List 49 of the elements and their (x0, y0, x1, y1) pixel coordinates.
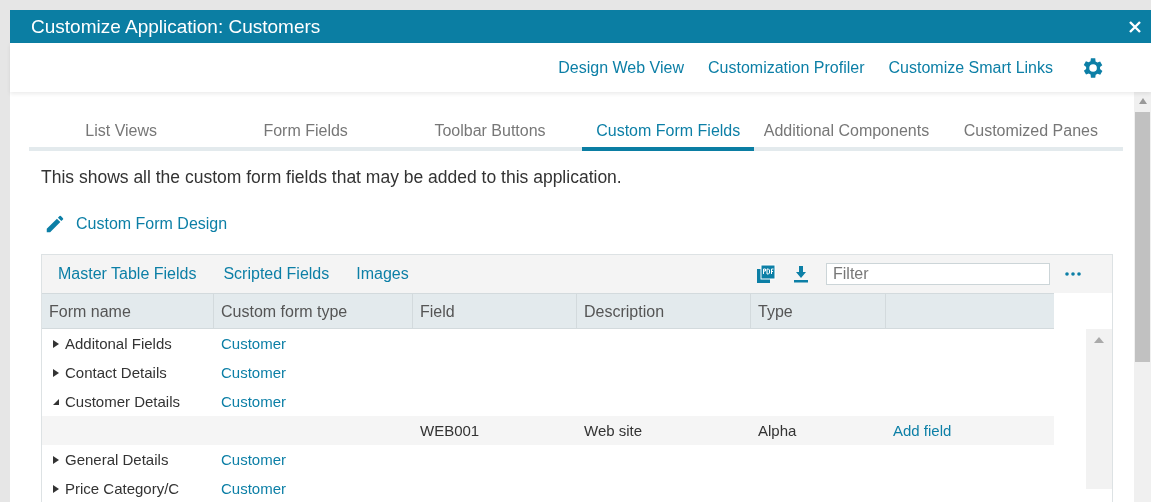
table-cell-link[interactable]: Customer (221, 451, 287, 468)
table-cell-text: WEB001 (419, 422, 481, 439)
subtab-link[interactable]: Scripted Fields (223, 265, 330, 283)
column-header[interactable]: Description (577, 294, 751, 328)
table-cell-link[interactable]: Customer (221, 393, 287, 410)
column-header[interactable]: Type (751, 294, 886, 328)
table-cell: General Details (65, 451, 169, 468)
table-cell: Customer Details (65, 393, 181, 410)
expand-icon[interactable] (52, 339, 60, 348)
pencil-icon (44, 213, 66, 235)
table-cell: Additonal Fields (65, 335, 172, 352)
expand-icon[interactable] (52, 368, 60, 377)
scrollbar-thumb[interactable] (1135, 112, 1150, 362)
table-cell-link[interactable]: Customer (221, 480, 287, 497)
tab[interactable]: Additional Components (754, 114, 939, 151)
tab[interactable]: List Views (29, 114, 214, 151)
table-cell: Contact Details (65, 364, 167, 381)
column-header[interactable]: Form name (42, 294, 214, 328)
window-title: Customize Application: Customers (31, 15, 322, 38)
column-header[interactable]: Custom form type (214, 294, 413, 328)
scrollbar[interactable] (1134, 92, 1151, 502)
tab[interactable]: Toolbar Buttons (397, 114, 583, 151)
table-cell: Price Category/C (65, 480, 180, 497)
tab[interactable]: Custom Form Fields (582, 114, 755, 151)
add-field-link[interactable]: Add field (893, 422, 952, 439)
header-link[interactable]: Design Web View (558, 58, 684, 77)
subtab-link[interactable]: Images (356, 265, 409, 283)
close-icon[interactable] (1129, 20, 1141, 33)
column-header[interactable]: Field (413, 294, 577, 328)
expand-icon[interactable] (52, 455, 60, 464)
pdf-icon[interactable] (756, 264, 776, 284)
table-cell-link[interactable]: Customer (221, 335, 287, 352)
table-cell-text: Web site (583, 422, 644, 439)
filter-field[interactable]: Filter (826, 263, 1050, 285)
scroll-up-icon[interactable] (1138, 98, 1147, 104)
expand-icon[interactable] (52, 484, 60, 493)
header-link[interactable]: Customize Smart Links (888, 58, 1053, 77)
scrollbar[interactable] (1086, 329, 1112, 489)
custom-form-design-link[interactable]: Custom Form Design (76, 215, 228, 233)
tab[interactable]: Customized Panes (938, 114, 1124, 151)
header-link[interactable]: Customization Profiler (708, 58, 865, 77)
description-text: This shows all the custom form fields that may be added to this application. (41, 167, 623, 188)
subtab-link[interactable]: Master Table Fields (58, 265, 197, 283)
tab[interactable]: Form Fields (213, 114, 398, 151)
collapse-icon[interactable] (52, 397, 60, 406)
more-icon[interactable] (1065, 272, 1081, 276)
download-icon[interactable] (793, 265, 809, 283)
table-cell-text: Alpha (757, 422, 798, 439)
table-cell-link[interactable]: Customer (221, 364, 287, 381)
